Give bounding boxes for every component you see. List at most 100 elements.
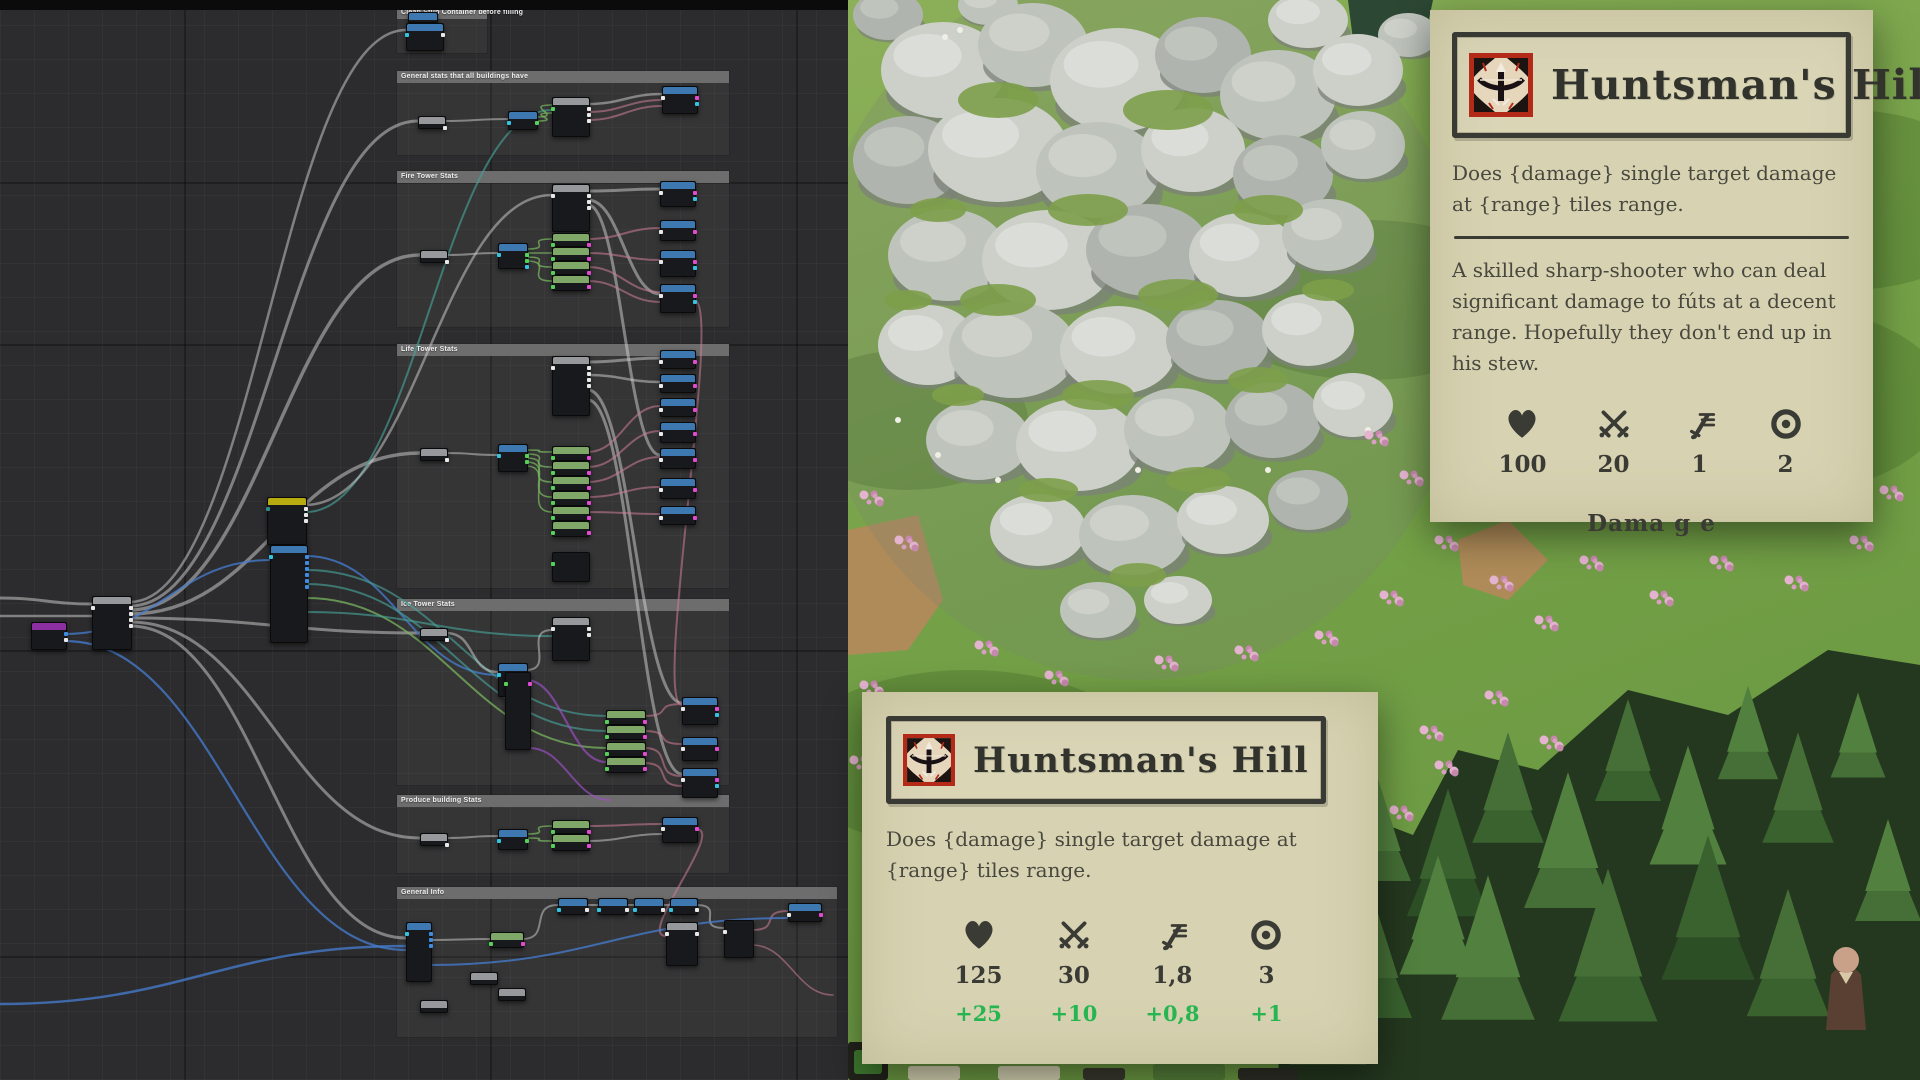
graph-node[interactable] (682, 737, 718, 761)
graph-node[interactable] (270, 545, 308, 643)
card-title: Huntsman's Hill (1551, 61, 1920, 109)
graph-node[interactable] (408, 12, 438, 23)
graph-node[interactable] (788, 903, 822, 922)
stat-bonus: +10 (1051, 1001, 1098, 1026)
graph-node[interactable] (420, 833, 448, 846)
graph-node[interactable] (267, 497, 307, 545)
graph-node[interactable] (634, 898, 664, 915)
node-group-label: Ice Tower Stats (397, 599, 729, 611)
graph-node[interactable] (92, 596, 132, 650)
range-icon (1767, 405, 1805, 443)
node-group-label: General stats that all buildings have (397, 71, 729, 83)
graph-node[interactable] (660, 350, 696, 369)
health-icon (960, 916, 998, 954)
damage-icon (1595, 405, 1633, 443)
graph-node[interactable] (552, 506, 590, 521)
damage-icon (1055, 916, 1093, 954)
graph-node[interactable] (406, 23, 444, 51)
graph-node[interactable] (552, 491, 590, 506)
graph-node[interactable] (552, 247, 590, 261)
graph-node[interactable] (498, 988, 526, 1001)
graph-node[interactable] (682, 697, 718, 725)
graph-node[interactable] (552, 97, 590, 137)
crossbow-emblem-icon (1469, 53, 1533, 117)
graph-node[interactable] (606, 710, 646, 725)
stat-health: 100 (1498, 405, 1546, 478)
stat-value: 3 (1247, 962, 1285, 989)
graph-node[interactable] (552, 233, 590, 247)
graph-node[interactable] (558, 898, 588, 915)
stat-health: 125 +25 (955, 916, 1003, 1026)
graph-node[interactable] (662, 86, 698, 114)
editor-top-bar (0, 0, 848, 10)
stat-range: 2 (1767, 405, 1805, 478)
graph-node[interactable] (31, 622, 67, 650)
graph-node[interactable] (660, 284, 696, 313)
graph-node[interactable] (420, 1000, 448, 1013)
graph-node[interactable] (505, 672, 531, 750)
health-icon (1503, 405, 1541, 443)
graph-node[interactable] (498, 243, 528, 269)
stat-value: 2 (1767, 451, 1805, 478)
stat-attack-speed: 1 (1681, 405, 1719, 478)
stat-bonus: +1 (1247, 1001, 1285, 1026)
graph-node[interactable] (660, 506, 696, 525)
graph-node[interactable] (552, 275, 590, 291)
graph-node[interactable] (498, 829, 528, 850)
graph-node[interactable] (660, 250, 696, 277)
graph-node[interactable] (552, 521, 590, 537)
graph-node[interactable] (470, 972, 498, 985)
graph-node[interactable] (606, 757, 646, 773)
stat-attack-speed: 1,8 +0,8 (1145, 916, 1199, 1026)
graph-node[interactable] (420, 628, 448, 641)
graph-node[interactable] (724, 920, 754, 958)
graph-node[interactable] (660, 374, 696, 393)
stat-damage[interactable]: 20 (1595, 405, 1633, 478)
graph-node[interactable] (660, 398, 696, 417)
graph-node[interactable] (552, 184, 590, 232)
graph-node[interactable] (606, 742, 646, 757)
hovered-stat-label: Dama g e (1452, 510, 1851, 537)
crossbow-emblem-icon (903, 734, 955, 786)
card-flavor-text: A skilled sharp-shooter who can deal sig… (1452, 255, 1851, 379)
stat-bonus: +0,8 (1145, 1001, 1199, 1026)
card-title-frame: Huntsman's Hill (886, 716, 1326, 804)
graph-node[interactable] (498, 444, 528, 472)
graph-node[interactable] (660, 220, 696, 241)
attack-speed-icon (1153, 916, 1191, 954)
graph-node[interactable] (552, 820, 590, 834)
graph-node[interactable] (598, 898, 628, 915)
graph-node[interactable] (670, 898, 698, 915)
graph-node[interactable] (666, 922, 698, 966)
graph-node[interactable] (660, 478, 696, 499)
graph-node[interactable] (552, 461, 590, 476)
node-group-label: Produce building Stats (397, 795, 729, 807)
selected-building-card: Huntsman's Hill 18 0 Does {damage} singl… (862, 692, 1378, 1064)
graph-node[interactable] (420, 250, 448, 263)
graph-node[interactable] (552, 446, 590, 461)
graph-node[interactable] (552, 834, 590, 851)
graph-node[interactable] (420, 448, 448, 461)
graph-node[interactable] (552, 261, 590, 275)
graph-node[interactable] (660, 181, 696, 207)
graph-node[interactable] (508, 111, 538, 130)
graph-node[interactable] (552, 552, 590, 582)
card-description: Does {damage} single target damage at {r… (1452, 158, 1851, 220)
range-icon (1247, 916, 1285, 954)
stat-damage: 30 +10 (1051, 916, 1098, 1026)
graph-node[interactable] (490, 932, 524, 948)
building-tooltip-card: Huntsman's Hill Does {damage} single tar… (1430, 10, 1873, 522)
graph-node[interactable] (662, 817, 698, 843)
graph-node[interactable] (552, 617, 590, 661)
graph-node[interactable] (660, 448, 696, 469)
graph-node[interactable] (606, 725, 646, 740)
graph-node[interactable] (552, 356, 590, 416)
graph-node[interactable] (552, 476, 590, 491)
graph-node[interactable] (682, 768, 718, 798)
graph-node[interactable] (660, 422, 696, 443)
stat-value: 1 (1681, 451, 1719, 478)
graph-node[interactable] (406, 922, 432, 982)
node-graph-editor[interactable]: Clean Stub Container before fillingGener… (0, 0, 848, 1080)
attack-speed-icon (1681, 405, 1719, 443)
graph-node[interactable] (418, 116, 446, 129)
